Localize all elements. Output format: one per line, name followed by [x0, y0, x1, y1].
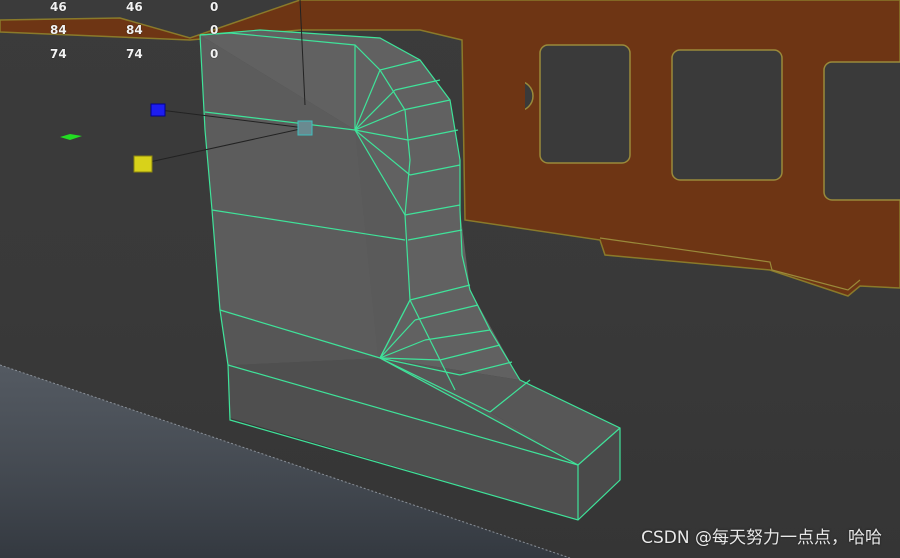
hud-value: 84 [126, 23, 143, 37]
frame-side-panel [470, 60, 525, 210]
hud-row-2: 84 84 0 [0, 23, 240, 37]
manipulator-green-handle-icon[interactable] [60, 134, 82, 140]
frame-window-2 [671, 49, 783, 181]
watermark-text: CSDN @每天努力一点点，哈哈 [641, 528, 882, 548]
hud-value: 46 [50, 0, 67, 14]
frame-window-1 [539, 44, 631, 164]
hud-value: 74 [126, 47, 143, 61]
manipulator-blue-handle-icon[interactable] [150, 103, 166, 117]
hud-value: 46 [126, 0, 143, 14]
hud-value: 74 [50, 47, 67, 61]
frame-window-3 [823, 61, 900, 201]
manipulator-yellow-handle-icon[interactable] [133, 155, 153, 173]
hud-value: 84 [50, 23, 67, 37]
scene-canvas[interactable] [0, 0, 900, 558]
hud-row-1: 46 46 0 [0, 0, 240, 14]
hud-value: 0 [210, 0, 219, 14]
manipulator-pivot-icon[interactable] [297, 120, 313, 136]
hud-value: 0 [210, 23, 219, 37]
hud-row-3: 74 74 0 [0, 47, 240, 61]
hud-value: 0 [210, 47, 219, 61]
3d-viewport[interactable]: 46 46 0 84 84 0 74 74 0 CSDN @每天努力一点点，哈哈 [0, 0, 900, 558]
